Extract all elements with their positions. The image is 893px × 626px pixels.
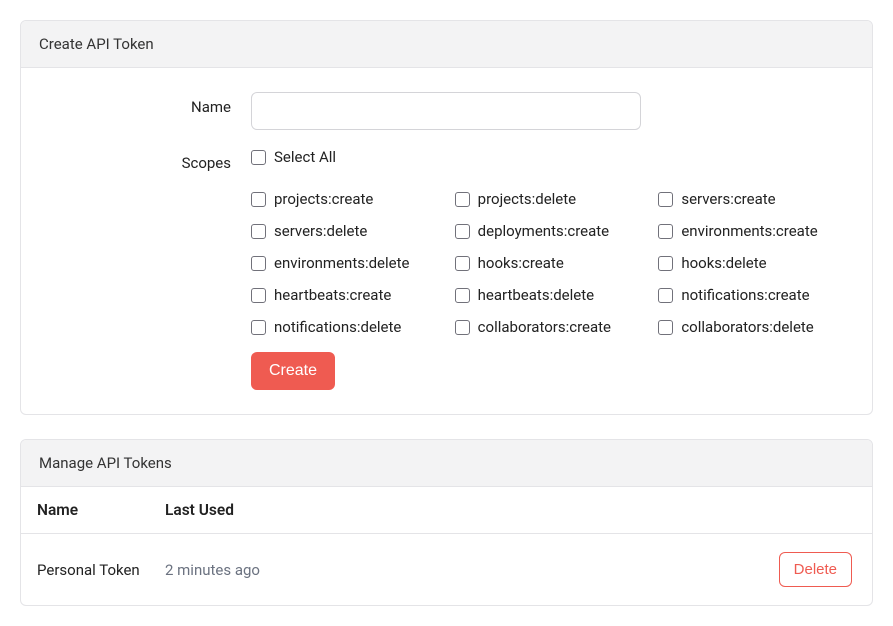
select-all-row[interactable]: Select All	[251, 148, 852, 166]
scopes-grid: projects:create projects:delete servers:…	[251, 190, 852, 336]
scope-checkbox[interactable]	[455, 320, 470, 335]
scope-item[interactable]: heartbeats:create	[251, 286, 445, 304]
scope-item[interactable]: collaborators:create	[455, 318, 649, 336]
scope-label: collaborators:create	[478, 318, 611, 336]
delete-button[interactable]: Delete	[779, 552, 852, 587]
scope-label: environments:delete	[274, 254, 409, 272]
submit-row: Create	[41, 346, 852, 390]
token-last-used: 2 minutes ago	[165, 561, 779, 579]
select-all-label: Select All	[274, 148, 336, 166]
scope-item[interactable]: hooks:delete	[658, 254, 852, 272]
scope-label: hooks:create	[478, 254, 564, 272]
scope-item[interactable]: projects:create	[251, 190, 445, 208]
manage-api-tokens-card: Manage API Tokens Name Last Used Persona…	[20, 439, 873, 606]
col-header-name: Name	[37, 501, 165, 519]
scope-checkbox[interactable]	[658, 288, 673, 303]
scope-item[interactable]: collaborators:delete	[658, 318, 852, 336]
scope-checkbox[interactable]	[251, 192, 266, 207]
scope-label: notifications:create	[681, 286, 809, 304]
scope-checkbox[interactable]	[251, 256, 266, 271]
scope-checkbox[interactable]	[455, 224, 470, 239]
scope-label: hooks:delete	[681, 254, 766, 272]
scope-label: heartbeats:create	[274, 286, 391, 304]
scope-item[interactable]: servers:delete	[251, 222, 445, 240]
table-row: Personal Token 2 minutes ago Delete	[21, 534, 872, 605]
name-input[interactable]	[251, 92, 641, 130]
scope-item[interactable]: environments:delete	[251, 254, 445, 272]
scope-checkbox[interactable]	[455, 192, 470, 207]
create-card-body: Name Scopes Select All projects:create p…	[21, 68, 872, 414]
scope-label: servers:delete	[274, 222, 367, 240]
scope-label: projects:delete	[478, 190, 576, 208]
scope-label: projects:create	[274, 190, 373, 208]
scope-item[interactable]: heartbeats:delete	[455, 286, 649, 304]
scope-label: deployments:create	[478, 222, 609, 240]
manage-card-body: Name Last Used Personal Token 2 minutes …	[21, 487, 872, 605]
scope-item[interactable]: projects:delete	[455, 190, 649, 208]
token-name: Personal Token	[37, 561, 165, 579]
scope-item[interactable]: hooks:create	[455, 254, 649, 272]
scope-checkbox[interactable]	[455, 288, 470, 303]
scope-checkbox[interactable]	[251, 320, 266, 335]
scope-label: environments:create	[681, 222, 817, 240]
scope-checkbox[interactable]	[251, 288, 266, 303]
scope-checkbox[interactable]	[658, 256, 673, 271]
scope-item[interactable]: notifications:create	[658, 286, 852, 304]
tokens-table-header: Name Last Used	[21, 487, 872, 534]
scope-checkbox[interactable]	[658, 224, 673, 239]
scope-checkbox[interactable]	[658, 320, 673, 335]
scope-checkbox[interactable]	[455, 256, 470, 271]
scope-item[interactable]: servers:create	[658, 190, 852, 208]
scope-checkbox[interactable]	[658, 192, 673, 207]
scope-label: heartbeats:delete	[478, 286, 594, 304]
create-card-title: Create API Token	[21, 21, 872, 68]
scope-item[interactable]: deployments:create	[455, 222, 649, 240]
scope-label: servers:create	[681, 190, 775, 208]
manage-card-title: Manage API Tokens	[21, 440, 872, 487]
name-row: Name	[41, 92, 852, 130]
scopes-label: Scopes	[41, 148, 251, 336]
scope-item[interactable]: notifications:delete	[251, 318, 445, 336]
select-all-checkbox[interactable]	[251, 150, 266, 165]
create-button[interactable]: Create	[251, 352, 335, 390]
name-label: Name	[41, 92, 251, 130]
create-api-token-card: Create API Token Name Scopes Select All …	[20, 20, 873, 415]
scope-checkbox[interactable]	[251, 224, 266, 239]
scope-label: notifications:delete	[274, 318, 401, 336]
scope-item[interactable]: environments:create	[658, 222, 852, 240]
scope-label: collaborators:delete	[681, 318, 813, 336]
scopes-row: Scopes Select All projects:create projec…	[41, 148, 852, 336]
col-header-last-used: Last Used	[165, 501, 852, 519]
